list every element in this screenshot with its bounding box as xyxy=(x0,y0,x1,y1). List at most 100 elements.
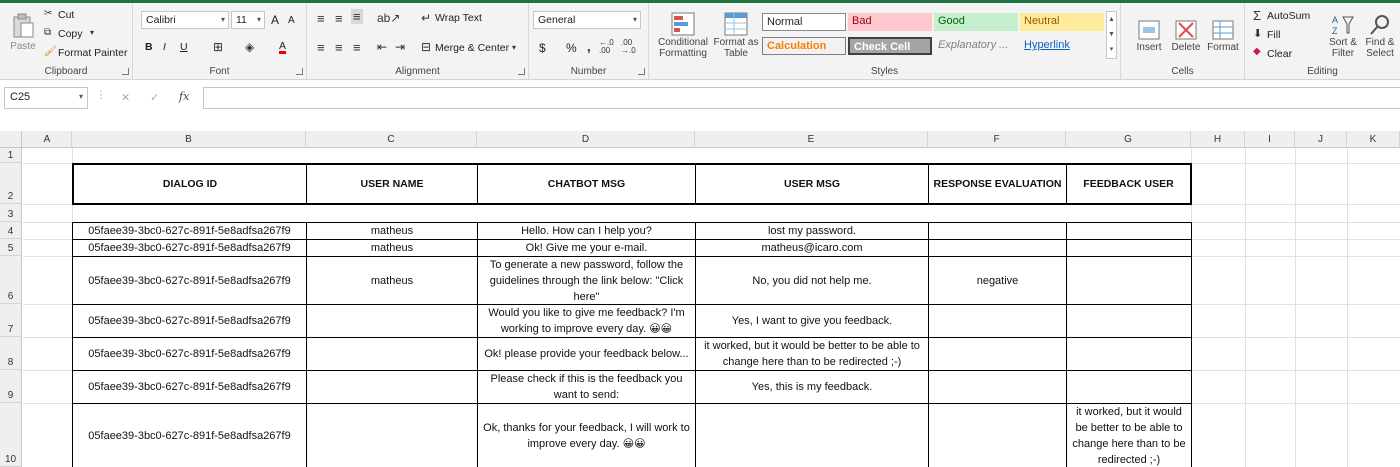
font-color-button[interactable]: A xyxy=(279,40,286,52)
number-format-select[interactable]: General ▾ xyxy=(533,11,641,29)
format-as-table-button[interactable]: Format as Table xyxy=(711,7,761,63)
dropdown-arrow-icon[interactable]: ▾ xyxy=(90,28,94,37)
table-cell-user-name[interactable] xyxy=(307,305,477,337)
column-header[interactable]: F xyxy=(928,131,1066,148)
dialog-launcher-icon[interactable] xyxy=(296,68,303,75)
table-cell-feedback[interactable]: it worked, but it would be better to be … xyxy=(1067,404,1191,467)
style-neutral[interactable]: Neutral xyxy=(1020,13,1104,31)
align-center-icon[interactable]: ≡ xyxy=(335,40,343,55)
column-header[interactable]: K xyxy=(1347,131,1400,148)
table-cell-feedback[interactable] xyxy=(1067,257,1191,304)
table-cell-user-name[interactable]: matheus xyxy=(307,257,477,304)
table-cell-evaluation[interactable] xyxy=(929,338,1066,370)
row-header[interactable]: 8 xyxy=(0,337,22,370)
table-cell-user-msg[interactable]: Yes, I want to give you feedback. xyxy=(696,305,928,337)
insert-button[interactable]: Insert xyxy=(1131,7,1167,63)
column-header[interactable]: E xyxy=(695,131,928,148)
shrink-font-button[interactable]: A xyxy=(288,15,295,26)
style-check-cell[interactable]: Check Cell xyxy=(848,37,932,55)
align-top-icon[interactable]: ≡ xyxy=(317,11,325,26)
grow-font-button[interactable]: A xyxy=(271,13,279,27)
dialog-launcher-icon[interactable] xyxy=(638,68,645,75)
table-cell-chatbot-msg[interactable]: Ok! Give me your e-mail. xyxy=(478,240,695,256)
column-header[interactable]: A xyxy=(23,131,72,148)
clear-button[interactable]: Clear xyxy=(1267,48,1292,60)
table-cell-evaluation[interactable]: negative xyxy=(929,257,1066,304)
wrap-text-button[interactable]: Wrap Text xyxy=(435,12,482,24)
gallery-scroll[interactable]: ▲ ▼ ▾ xyxy=(1106,11,1117,59)
table-cell-dialog-id[interactable]: 05faee39-3bc0-627c-891f-5e8adfsa267f9 xyxy=(73,223,306,239)
increase-decimal-button[interactable]: ←.0 .00 xyxy=(599,39,619,55)
column-header[interactable]: I xyxy=(1245,131,1295,148)
autosum-button[interactable]: AutoSum xyxy=(1267,10,1310,22)
header-cell[interactable]: USER MSG xyxy=(696,165,929,203)
enter-icon[interactable]: ✓ xyxy=(150,91,159,104)
table-cell-user-msg[interactable] xyxy=(696,404,928,467)
table-cell-user-name[interactable]: matheus xyxy=(307,240,477,256)
decrease-decimal-button[interactable]: .00 →.0 xyxy=(621,39,641,55)
row-header[interactable]: 3 xyxy=(0,204,22,222)
decrease-indent-icon[interactable]: ⇤ xyxy=(377,40,387,54)
find-select-button[interactable]: Find & Select xyxy=(1361,7,1399,65)
table-cell-dialog-id[interactable]: 05faee39-3bc0-627c-891f-5e8adfsa267f9 xyxy=(73,305,306,337)
table-cell-user-name[interactable] xyxy=(307,404,477,467)
column-header[interactable]: B xyxy=(72,131,306,148)
table-cell-feedback[interactable] xyxy=(1067,371,1191,403)
header-cell[interactable]: USER NAME xyxy=(307,165,478,203)
style-good[interactable]: Good xyxy=(934,13,1018,31)
align-right-icon[interactable]: ≡ xyxy=(353,40,361,55)
table-cell-dialog-id[interactable]: 05faee39-3bc0-627c-891f-5e8adfsa267f9 xyxy=(73,240,306,256)
style-explanatory[interactable]: Explanatory ... xyxy=(934,37,1018,55)
column-header[interactable]: D xyxy=(477,131,695,148)
table-cell-dialog-id[interactable]: 05faee39-3bc0-627c-891f-5e8adfsa267f9 xyxy=(73,371,306,403)
table-cell-user-msg[interactable]: it worked, but it would be better to be … xyxy=(696,338,928,370)
worksheet-grid[interactable]: A B C D E F G H I J K 1 2 3 4 5 6 7 8 9 … xyxy=(0,131,1400,467)
table-cell-feedback[interactable] xyxy=(1067,223,1191,239)
row-header[interactable]: 6 xyxy=(0,256,22,304)
formula-input[interactable] xyxy=(203,87,1400,109)
table-cell-user-msg[interactable]: lost my password. xyxy=(696,223,928,239)
dialog-launcher-icon[interactable] xyxy=(518,68,525,75)
format-painter-button[interactable]: Format Painter xyxy=(58,47,127,59)
style-hyperlink[interactable]: Hyperlink xyxy=(1020,37,1104,55)
table-cell-chatbot-msg[interactable]: To generate a new password, follow the g… xyxy=(478,257,695,304)
name-box[interactable]: C25 ▾ xyxy=(4,87,88,109)
table-cell-feedback[interactable] xyxy=(1067,240,1191,256)
style-calculation[interactable]: Calculation xyxy=(762,37,846,55)
table-cell-user-name[interactable] xyxy=(307,338,477,370)
style-normal[interactable]: Normal xyxy=(762,13,846,31)
table-cell-chatbot-msg[interactable]: Hello. How can I help you? xyxy=(478,223,695,239)
font-name-select[interactable]: Calibri ▾ xyxy=(141,11,229,29)
column-header[interactable]: J xyxy=(1295,131,1347,148)
insert-function-icon[interactable]: fx xyxy=(179,90,189,103)
align-left-icon[interactable]: ≡ xyxy=(317,40,325,55)
table-cell-user-msg[interactable]: Yes, this is my feedback. xyxy=(696,371,928,403)
font-size-select[interactable]: 11 ▾ xyxy=(231,11,265,29)
cut-button[interactable]: Cut xyxy=(58,9,74,21)
delete-button[interactable]: Delete xyxy=(1167,7,1205,63)
format-button[interactable]: Format xyxy=(1203,7,1243,63)
row-header[interactable]: 2 xyxy=(0,163,22,204)
copy-button[interactable]: Copy xyxy=(58,28,83,40)
table-cell-evaluation[interactable] xyxy=(929,305,1066,337)
table-cell-evaluation[interactable] xyxy=(929,371,1066,403)
fill-color-icon[interactable]: ◈ xyxy=(245,40,254,54)
table-cell-dialog-id[interactable]: 05faee39-3bc0-627c-891f-5e8adfsa267f9 xyxy=(73,338,306,370)
table-cell-evaluation[interactable] xyxy=(929,404,1066,467)
table-cell-chatbot-msg[interactable]: Ok, thanks for your feedback, I will wor… xyxy=(478,404,695,467)
conditional-formatting-button[interactable]: Conditional Formatting xyxy=(655,7,711,63)
fill-button[interactable]: Fill xyxy=(1267,29,1280,41)
row-header[interactable]: 5 xyxy=(0,239,22,256)
table-cell-user-msg[interactable]: matheus@icaro.com xyxy=(696,240,928,256)
table-cell-evaluation[interactable] xyxy=(929,240,1066,256)
dialog-launcher-icon[interactable] xyxy=(122,68,129,75)
row-header[interactable]: 9 xyxy=(0,370,22,403)
select-all-corner[interactable] xyxy=(0,131,22,148)
paste-button[interactable]: Paste xyxy=(6,7,40,57)
header-cell[interactable]: CHATBOT MSG xyxy=(478,165,696,203)
row-header[interactable]: 1 xyxy=(0,148,22,163)
table-cell-feedback[interactable] xyxy=(1067,305,1191,337)
table-cell-feedback[interactable] xyxy=(1067,338,1191,370)
increase-indent-icon[interactable]: ⇥ xyxy=(395,40,405,54)
underline-button[interactable]: U xyxy=(180,41,188,53)
